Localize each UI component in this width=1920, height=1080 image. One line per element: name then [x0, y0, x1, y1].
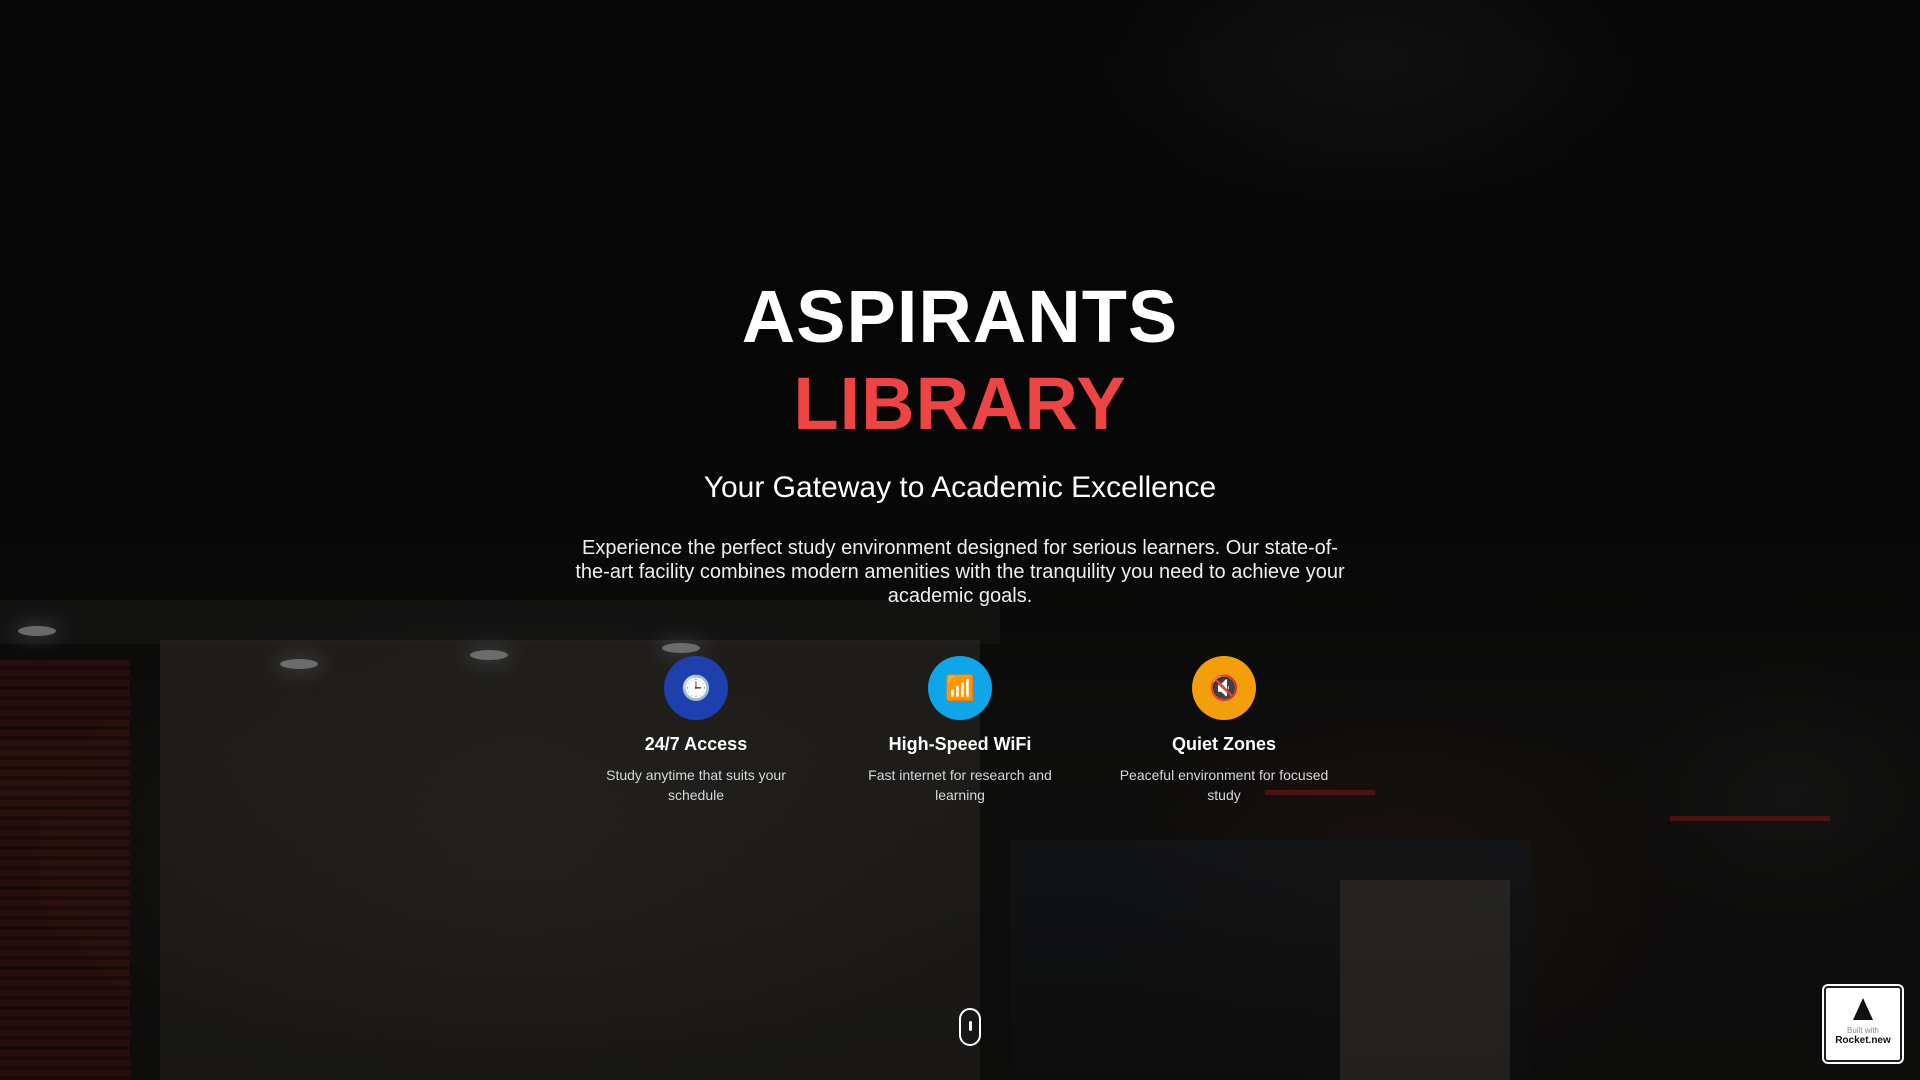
- scroll-down-indicator[interactable]: [959, 1008, 981, 1046]
- feature-title: Quiet Zones: [1171, 734, 1276, 754]
- feature-description: Peaceful environment for focused study: [1119, 767, 1329, 803]
- rocket-logo-icon: [1853, 998, 1873, 1020]
- title-line-aspirants: ASPIRANTS: [741, 275, 1179, 358]
- title-line-library: LIBRARY: [793, 362, 1127, 445]
- feature-title: High-Speed WiFi: [888, 734, 1032, 754]
- signal-bars-icon: 📶: [928, 656, 992, 720]
- badge-brand: Rocket.new: [1835, 1035, 1891, 1046]
- hero-content: ASPIRANTS LIBRARY Your Gateway to Academ…: [0, 0, 1920, 1080]
- hero-description: Experience the perfect study environment…: [575, 537, 1345, 607]
- badge-caption: Built with: [1846, 1026, 1879, 1035]
- scroll-dot-icon: [969, 1021, 972, 1031]
- feature-card-quiet: 🔇 Quiet Zones Peaceful environment for f…: [1104, 656, 1344, 805]
- feature-title: 24/7 Access: [644, 734, 748, 754]
- feature-description: Study anytime that suits your schedule: [606, 767, 786, 803]
- hero-subtitle: Your Gateway to Academic Excellence: [703, 471, 1217, 504]
- feature-card-access: 🕒 24/7 Access Study anytime that suits y…: [576, 656, 816, 805]
- hero-section: ASPIRANTS LIBRARY Your Gateway to Academ…: [0, 0, 1920, 1080]
- muted-speaker-icon: 🔇: [1192, 656, 1256, 720]
- built-with-rocket-badge[interactable]: Built with Rocket.new: [1824, 986, 1902, 1062]
- feature-card-wifi: 📶 High-Speed WiFi Fast internet for rese…: [840, 656, 1080, 805]
- feature-description: Fast internet for research and learning: [868, 767, 1052, 803]
- clock-icon: 🕒: [664, 656, 728, 720]
